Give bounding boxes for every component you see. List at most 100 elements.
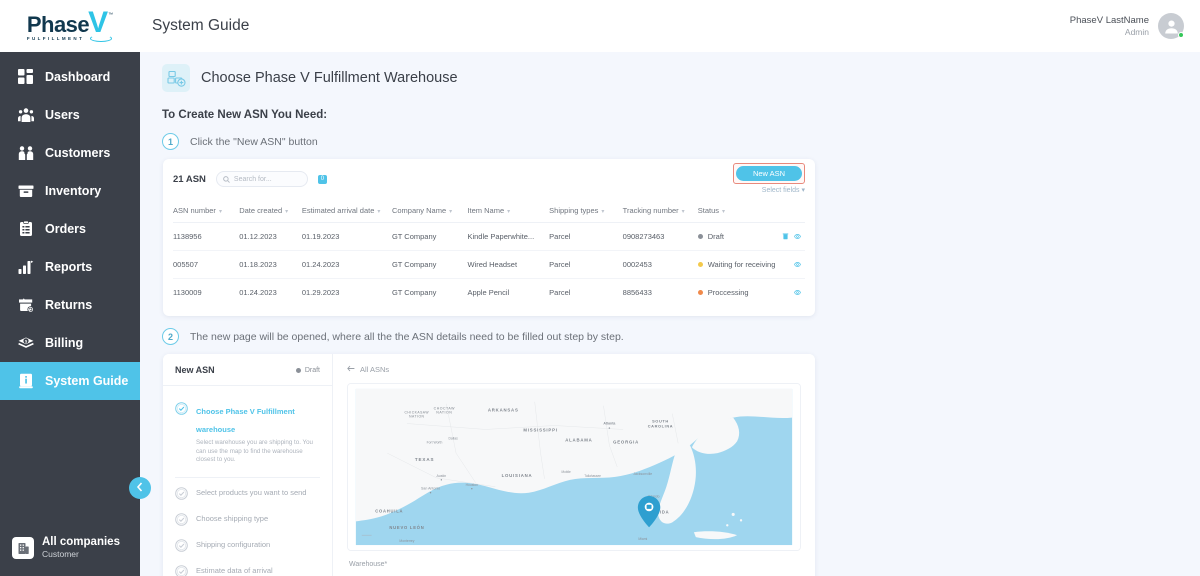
column-header-shipping-types[interactable]: Shipping types ▾: [549, 199, 623, 223]
cell-status: Proccessing: [697, 279, 776, 307]
new-asn-highlight: New ASN: [733, 163, 805, 184]
select-fields-label: Select fields: [761, 187, 800, 194]
divider: [175, 476, 320, 478]
cell-item: Kindle Paperwhite...: [467, 222, 550, 251]
svg-text:TEXAS: TEXAS: [415, 457, 434, 462]
list-item[interactable]: Choose shipping type: [173, 506, 322, 532]
column-header-estimated-arrival[interactable]: Estimated arrival date ▾: [301, 199, 392, 223]
app-root: Phase V ™ FULFILLMENT Dashboard Users Cu…: [0, 0, 1200, 576]
cell-actions: [775, 250, 805, 279]
search-icon: [223, 175, 230, 183]
logo[interactable]: Phase V ™ FULFILLMENT: [0, 0, 140, 52]
sidebar-item-inventory[interactable]: Inventory: [0, 172, 140, 210]
guide-content: Choose Phase V Fulfillment Warehouse To …: [140, 52, 1200, 576]
new-asn-button[interactable]: New ASN: [736, 166, 802, 181]
company-switcher[interactable]: All companies Customer: [0, 536, 140, 576]
cell-estimated-arrival: 01.24.2023: [301, 250, 392, 279]
guide-title: Choose Phase V Fulfillment Warehouse: [201, 70, 458, 86]
list-item[interactable]: Shipping configuration: [173, 532, 322, 558]
sidebar-item-users[interactable]: Users: [0, 96, 140, 134]
user-role: Admin: [1124, 26, 1149, 37]
orders-icon: [17, 221, 34, 238]
filter-count-badge[interactable]: 0: [317, 174, 327, 184]
search-placeholder: Search for...: [233, 175, 272, 183]
list-item[interactable]: Choose Phase V Fulfillment warehouse Sel…: [173, 395, 322, 471]
user-avatar-icon: [1164, 20, 1178, 33]
status-badge: Draft: [707, 232, 724, 241]
column-header-date-created[interactable]: Date created ▾: [239, 199, 302, 223]
sidebar-item-reports[interactable]: Reports: [0, 248, 140, 286]
view-icon[interactable]: [794, 233, 801, 240]
cell-shipping: Parcel: [549, 222, 623, 251]
sidebar-item-system-guide[interactable]: System Guide: [0, 362, 140, 400]
svg-text:Dallas: Dallas: [449, 436, 459, 440]
all-asns-back-link[interactable]: All ASNs: [347, 365, 801, 374]
table-row[interactable]: 1130009 01.24.2023 01.29.2023 GT Company…: [173, 279, 805, 307]
status-dot: [697, 234, 703, 239]
view-icon[interactable]: [794, 261, 801, 268]
svg-text:Houston: Houston: [466, 483, 479, 487]
step-text: The new page will be opened, where all t…: [190, 330, 624, 343]
sidebar-item-orders[interactable]: Orders: [0, 210, 140, 248]
delete-icon[interactable]: [782, 233, 789, 240]
cell-shipping: Parcel: [549, 288, 571, 297]
svg-text:Austin: Austin: [436, 474, 446, 478]
cell-date-created: 01.12.2023: [239, 222, 302, 251]
step-title: Estimate data of arrival: [196, 565, 273, 575]
sidebar-item-billing[interactable]: $ Billing: [0, 324, 140, 362]
user-menu[interactable]: PhaseV LastName Admin: [1070, 13, 1184, 39]
all-asns-label: All ASNs: [360, 365, 390, 374]
new-asn-panel: New ASN Draft Choose Phase V Fulfillment…: [163, 354, 815, 576]
svg-text:MISSISSIPPI: MISSISSIPPI: [523, 427, 557, 432]
cell-actions: [775, 222, 805, 251]
online-status-dot: [1178, 32, 1184, 38]
svg-text:Monterrey: Monterrey: [399, 539, 414, 543]
new-asn-area: New ASN Select fields ▾: [733, 163, 805, 194]
sidebar-collapse-button[interactable]: [129, 477, 151, 499]
check-circle-icon: [175, 486, 188, 500]
column-header-item-name[interactable]: Item Name ▾: [467, 199, 550, 223]
sidebar-item-label: Returns: [45, 298, 93, 312]
column-header-status[interactable]: Status ▾: [697, 199, 776, 223]
sidebar-item-customers[interactable]: Customers: [0, 134, 140, 172]
warehouse-map[interactable]: CHOCTAW NATION CHICKASAW NATION ARKANSAS…: [347, 383, 801, 551]
svg-text:NATION: NATION: [436, 411, 452, 415]
svg-text:ARKANSAS: ARKANSAS: [488, 408, 519, 413]
column-header-actions: [775, 199, 805, 223]
table-row[interactable]: 1138956 01.12.2023 01.19.2023 GT Company…: [173, 222, 805, 251]
column-header-tracking-number[interactable]: Tracking number ▾: [622, 199, 698, 223]
step-title: Choose shipping type: [196, 513, 269, 523]
inventory-icon: [17, 183, 34, 200]
column-header-company-name[interactable]: Company Name ▾: [391, 199, 468, 223]
avatar[interactable]: [1158, 13, 1184, 39]
step-number-badge: 1: [162, 133, 179, 150]
svg-text:NATION: NATION: [409, 415, 424, 419]
list-item[interactable]: Select products you want to send: [173, 480, 322, 506]
column-header-asn-number[interactable]: ASN number ▾: [173, 199, 240, 223]
logo-text: Phase: [26, 11, 90, 37]
list-item[interactable]: Estimate data of arrival: [173, 558, 322, 576]
sidebar: Phase V ™ FULFILLMENT Dashboard Users Cu…: [0, 0, 151, 576]
company-role: Customer: [42, 549, 79, 559]
sort-caret-icon: ▾: [449, 209, 453, 215]
new-asn-steps-sidebar: New ASN Draft Choose Phase V Fulfillment…: [163, 354, 333, 576]
table-header-row: ASN number ▾ Date created ▾ Estimated arri…: [173, 199, 805, 223]
svg-text:Miami: Miami: [638, 537, 647, 541]
select-fields-dropdown[interactable]: Select fields ▾: [733, 186, 805, 194]
svg-text:Atlanta: Atlanta: [603, 422, 615, 426]
guide-step-2: 2 The new page will be opened, where all…: [140, 316, 1200, 345]
sidebar-item-label: Inventory: [45, 184, 102, 198]
logo-swoosh-icon: [90, 34, 113, 42]
sidebar-item-dashboard[interactable]: Dashboard: [0, 58, 140, 96]
logo-trademark: ™: [108, 11, 114, 18]
step-title: Shipping configuration: [196, 539, 271, 549]
cell-company: GT Company: [391, 250, 468, 279]
view-icon[interactable]: [794, 289, 801, 296]
status-badge: Waiting for receiving: [707, 260, 776, 269]
step-title: Choose Phase V Fulfillment warehouse: [196, 407, 295, 434]
sidebar-item-returns[interactable]: Returns: [0, 286, 140, 324]
table-row[interactable]: 005507 01.18.2023 01.24.2023 GT Company …: [173, 250, 805, 279]
search-input[interactable]: Search for...: [215, 171, 308, 187]
map-canvas: CHOCTAW NATION CHICKASAW NATION ARKANSAS…: [348, 384, 800, 550]
status-dot: [697, 262, 703, 267]
